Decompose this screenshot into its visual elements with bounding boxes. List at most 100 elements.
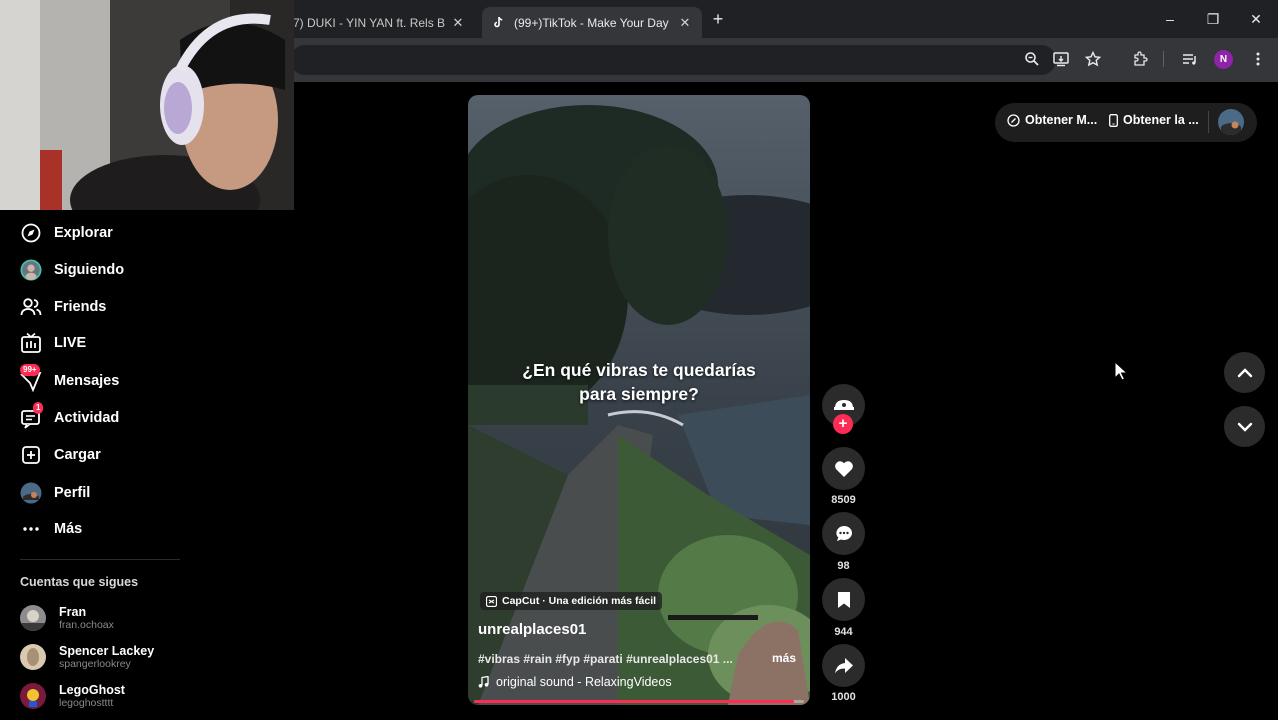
video-sound[interactable]: original sound - RelaxingVideos bbox=[478, 675, 672, 689]
coin-icon bbox=[1007, 113, 1020, 127]
browser-tab-youtube[interactable]: 7) DUKI - YIN YAN ft. Rels B (Ly ✕ bbox=[293, 7, 475, 38]
avatar bbox=[20, 683, 46, 709]
chevron-up-icon bbox=[1237, 367, 1253, 378]
sidebar-item-label: Perfil bbox=[54, 485, 91, 501]
activity-icon: 1 bbox=[20, 402, 44, 429]
sidebar-item-label: Más bbox=[54, 521, 83, 537]
description-more-button[interactable]: más bbox=[772, 651, 796, 665]
browser-profile-avatar[interactable]: N bbox=[1214, 50, 1233, 69]
tab-title: (99+)TikTok - Make Your Day bbox=[514, 15, 669, 30]
capcut-chip[interactable]: CapCut · Una edición más fácil bbox=[480, 592, 663, 610]
video-progress-fill bbox=[474, 700, 795, 703]
comment-icon bbox=[834, 524, 854, 544]
sidebar-item-label: Mensajes bbox=[54, 373, 120, 389]
sidebar-item-live[interactable]: LIVE bbox=[20, 329, 86, 357]
capcut-label: CapCut · Una edición más fácil bbox=[502, 595, 657, 607]
sound-label: original sound - RelaxingVideos bbox=[496, 675, 672, 689]
get-app-button[interactable]: Obtener la ... bbox=[1109, 113, 1199, 127]
sidebar-item-label: Siguiendo bbox=[54, 262, 125, 278]
following-accounts-title: Cuentas que sigues bbox=[20, 575, 139, 589]
menu-icon[interactable] bbox=[1246, 48, 1270, 70]
save-button[interactable] bbox=[822, 578, 865, 621]
account-handle: spangerlookrey bbox=[59, 657, 131, 670]
video-hashtags[interactable]: #vibras #rain #fyp #parati #unrealplaces… bbox=[478, 652, 736, 666]
bookmark-star-icon[interactable] bbox=[1081, 48, 1105, 70]
like-button[interactable] bbox=[822, 447, 865, 490]
phone-icon bbox=[1109, 113, 1118, 127]
get-app-label: Obtener la ... bbox=[1123, 113, 1199, 127]
avatar bbox=[20, 605, 46, 631]
avatar bbox=[20, 644, 46, 670]
following-account-item[interactable]: Spencer Lackey spangerlookrey bbox=[20, 640, 154, 674]
bookmark-icon bbox=[837, 591, 851, 609]
capcut-icon bbox=[486, 595, 497, 607]
window-close-button[interactable]: ✕ bbox=[1241, 8, 1271, 30]
next-video-button[interactable] bbox=[1224, 406, 1265, 447]
tab-close-icon[interactable]: ✕ bbox=[676, 15, 694, 31]
sidebar-item-label: Explorar bbox=[54, 225, 113, 241]
window-minimize-button[interactable]: – bbox=[1155, 8, 1185, 30]
video-progress-bar[interactable] bbox=[474, 700, 804, 703]
share-count: 1000 bbox=[831, 691, 856, 703]
upload-icon bbox=[20, 444, 42, 466]
following-account-item[interactable]: Fran fran.ochoax bbox=[20, 601, 114, 635]
sidebar-item-label: Friends bbox=[54, 299, 107, 315]
account-name: Fran bbox=[59, 604, 87, 619]
extensions-icon[interactable] bbox=[1128, 48, 1152, 70]
caption-line: ¿En qué vibras te quedarías bbox=[522, 360, 756, 380]
sidebar-item-mas[interactable]: Más bbox=[20, 515, 82, 543]
video-author[interactable]: unrealplaces01 bbox=[478, 621, 586, 638]
more-dots-icon bbox=[20, 518, 42, 540]
account-handle: legoghostttt bbox=[59, 696, 114, 709]
address-bar[interactable] bbox=[290, 45, 1056, 75]
zoom-icon[interactable] bbox=[1020, 48, 1044, 70]
media-controls-icon[interactable] bbox=[1178, 48, 1202, 70]
sidebar-divider bbox=[20, 559, 180, 560]
previous-video-button[interactable] bbox=[1224, 352, 1265, 393]
sidebar-item-label: Cargar bbox=[54, 447, 101, 463]
heart-icon bbox=[834, 460, 854, 478]
sidebar-item-friends[interactable]: Friends bbox=[20, 293, 106, 321]
caption-line: para siempre? bbox=[579, 384, 699, 404]
sidebar-item-actividad[interactable]: 1 Actividad bbox=[20, 402, 120, 432]
profile-avatar-icon bbox=[20, 482, 42, 504]
comment-button[interactable] bbox=[822, 512, 865, 555]
get-coins-button[interactable]: Obtener M... bbox=[1007, 113, 1097, 127]
browser-tab-tiktok[interactable]: (99+)TikTok - Make Your Day ✕ bbox=[482, 7, 702, 38]
tiktok-logo-icon bbox=[492, 16, 506, 30]
comment-count: 98 bbox=[837, 560, 850, 572]
video-player[interactable]: ¿En qué vibras te quedarías para siempre… bbox=[468, 95, 810, 705]
like-count: 8509 bbox=[831, 494, 856, 506]
messages-icon: 99+ bbox=[20, 364, 42, 392]
chevron-down-icon bbox=[1237, 422, 1253, 432]
new-tab-button[interactable]: + bbox=[708, 9, 728, 29]
user-avatar[interactable] bbox=[1218, 109, 1244, 135]
sidebar-item-label: Actividad bbox=[54, 410, 120, 426]
toolbar-separator bbox=[1163, 51, 1164, 67]
video-caption-overlay: ¿En qué vibras te quedarías para siempre… bbox=[468, 358, 810, 406]
sidebar-item-perfil[interactable]: Perfil bbox=[20, 479, 90, 507]
messages-badge: 99+ bbox=[20, 364, 40, 376]
sidebar-item-siguiendo[interactable]: Siguiendo bbox=[20, 256, 124, 284]
following-account-item[interactable]: LegoGhost legoghostttt bbox=[20, 679, 125, 713]
webcam-overlay bbox=[0, 0, 294, 210]
share-icon bbox=[834, 657, 854, 675]
account-handle: fran.ochoax bbox=[59, 618, 114, 631]
save-count: 944 bbox=[834, 626, 853, 638]
tab-close-icon[interactable]: ✕ bbox=[449, 15, 467, 31]
sidebar-item-label: LIVE bbox=[54, 335, 87, 351]
share-button[interactable] bbox=[822, 644, 865, 687]
compass-icon bbox=[20, 222, 42, 244]
music-note-icon bbox=[478, 676, 489, 688]
window-restore-button[interactable]: ❐ bbox=[1198, 8, 1228, 30]
mouse-cursor-icon bbox=[1114, 360, 1129, 386]
following-avatar-icon bbox=[20, 259, 42, 281]
tab-title: 7) DUKI - YIN YAN ft. Rels B (Ly bbox=[293, 15, 449, 30]
sidebar-item-mensajes[interactable]: 99+ Mensajes bbox=[20, 364, 120, 395]
install-app-icon[interactable] bbox=[1050, 48, 1074, 70]
sidebar-item-cargar[interactable]: Cargar bbox=[20, 441, 101, 469]
account-name: LegoGhost bbox=[59, 682, 125, 697]
follow-plus-button[interactable]: + bbox=[833, 414, 853, 434]
pill-separator bbox=[1208, 111, 1209, 133]
sidebar-item-explorar[interactable]: Explorar bbox=[20, 219, 113, 247]
